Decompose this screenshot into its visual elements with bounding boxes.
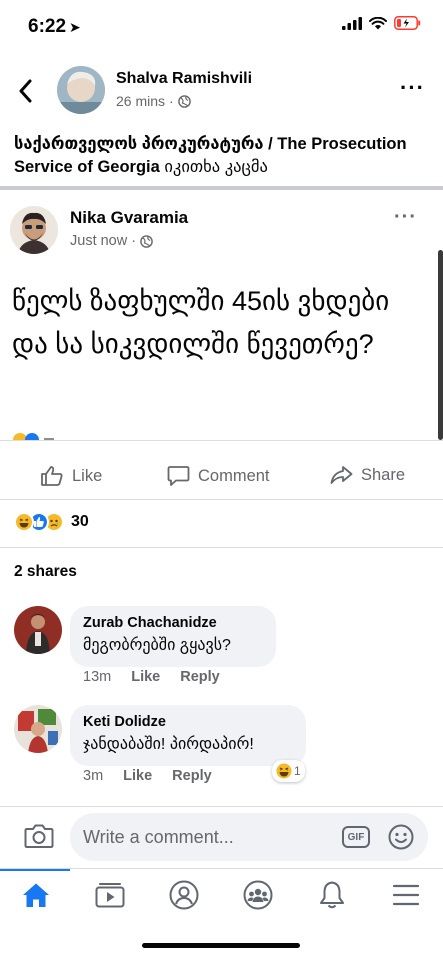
signal-icon — [342, 16, 362, 30]
tab-profile[interactable] — [168, 879, 200, 911]
comment-bubble[interactable]: Keti Dolidze ჯანდაბაში! პირდაპირ! — [70, 705, 306, 766]
chevron-left-icon — [19, 79, 32, 103]
home-icon — [23, 883, 49, 907]
reaction-count: 30 — [71, 513, 89, 530]
back-button[interactable] — [18, 76, 42, 104]
comment-reaction-badge[interactable]: 1 — [272, 760, 305, 782]
battery-icon — [394, 16, 421, 30]
status-bar: 6:22 ➤ — [0, 0, 443, 56]
status-time: 6:22 ➤ — [28, 16, 81, 38]
commenter-name[interactable]: Zurab Chachanidze — [83, 615, 262, 631]
post-time: 26 mins — [116, 93, 166, 109]
tab-menu[interactable] — [390, 879, 422, 911]
thumbs-up-icon — [41, 466, 63, 486]
share-button[interactable]: Share — [330, 465, 405, 485]
author-name[interactable]: Shalva Ramishvili — [116, 70, 252, 88]
original-post-meta: Just now · — [70, 233, 153, 249]
original-more-options-button[interactable]: ··· — [394, 206, 417, 229]
comment-composer: Write a comment... GIF — [0, 809, 443, 865]
like-button[interactable]: Like — [40, 465, 102, 487]
cropped-reactions — [12, 432, 72, 440]
comment-text: ჯანდაბაში! პირდაპირ! — [83, 736, 254, 753]
comment-time: 13m — [83, 669, 112, 685]
status-icons — [342, 16, 421, 30]
original-post-header: Nika Gvaramia Just now · ··· — [0, 200, 443, 260]
like-label: Like — [72, 466, 103, 485]
comment-reply-button[interactable]: Reply — [180, 669, 220, 685]
bottom-tab-bar — [0, 868, 443, 920]
author-avatar[interactable] — [57, 66, 105, 114]
comment-label: Comment — [198, 466, 270, 485]
comment-reply-button[interactable]: Reply — [172, 768, 212, 784]
commenter-name[interactable]: Keti Dolidze — [83, 714, 292, 730]
active-tab-indicator — [0, 869, 70, 871]
globe-icon — [140, 234, 153, 248]
original-author-name[interactable]: Nika Gvaramia — [70, 208, 188, 228]
shares-count[interactable]: 2 shares — [14, 563, 77, 581]
video-icon — [95, 883, 125, 908]
original-author-avatar[interactable] — [10, 206, 58, 254]
comment-time: 3m — [83, 768, 104, 784]
original-post-text: წელს ზაფხულში 45ის ვხდები და სა სიკვდილშ… — [12, 286, 390, 359]
comment-placeholder: Write a comment... — [83, 827, 234, 847]
camera-icon — [24, 824, 54, 848]
commenter-avatar[interactable] — [14, 606, 62, 654]
divider — [0, 440, 443, 441]
scrollbar[interactable] — [438, 250, 443, 440]
gif-button[interactable]: GIF — [342, 826, 370, 848]
reactions-summary[interactable]: 30 — [14, 512, 89, 532]
tab-home[interactable] — [20, 879, 52, 911]
smiley-icon — [388, 824, 414, 850]
haha-reaction-icon — [276, 763, 292, 779]
comment-icon — [167, 466, 190, 486]
emoji-button[interactable] — [388, 824, 414, 850]
tab-groups[interactable] — [242, 879, 274, 911]
comment-text: მეგობრებში გყავს? — [83, 637, 231, 654]
post-header: Shalva Ramishvili 26 mins · ··· — [0, 64, 443, 120]
comment-bubble[interactable]: Zurab Chachanidze მეგობრებში გყავს? — [70, 606, 276, 667]
menu-icon — [392, 884, 420, 906]
divider — [0, 186, 443, 190]
divider — [0, 499, 443, 500]
comment-actions: 13m Like Reply — [83, 669, 220, 685]
comment-input[interactable]: Write a comment... GIF — [70, 813, 428, 861]
divider — [0, 806, 443, 807]
wifi-icon — [369, 16, 387, 29]
tab-notifications[interactable] — [316, 879, 348, 911]
home-indicator[interactable] — [142, 943, 300, 948]
share-icon — [330, 466, 353, 484]
share-label: Share — [361, 465, 406, 484]
globe-icon — [177, 94, 191, 108]
groups-icon — [243, 880, 273, 910]
comment-actions: 3m Like Reply — [83, 768, 212, 784]
post-actions: Like Comment Share — [0, 455, 443, 499]
shared-post-text: საქართველოს პროკურატურა / The Prosecutio… — [14, 133, 429, 179]
more-options-button[interactable]: ··· — [400, 77, 425, 99]
profile-icon — [169, 880, 199, 910]
camera-button[interactable] — [24, 823, 54, 849]
shared-caption: იკითხა კაცმა — [159, 158, 268, 176]
divider — [0, 547, 443, 548]
comment-button[interactable]: Comment — [167, 465, 270, 487]
haha-reaction-icon — [14, 512, 34, 532]
location-arrow-icon: ➤ — [69, 19, 81, 35]
comment-reaction-count: 1 — [294, 764, 301, 778]
clock-text: 6:22 — [28, 16, 67, 37]
comment-like-button[interactable]: Like — [123, 768, 152, 784]
original-post-time: Just now — [70, 233, 128, 249]
bell-icon — [320, 881, 344, 909]
commenter-avatar[interactable] — [14, 705, 62, 753]
tab-watch[interactable] — [94, 879, 126, 911]
comment-like-button[interactable]: Like — [131, 669, 160, 685]
post-meta: 26 mins · — [116, 93, 191, 109]
